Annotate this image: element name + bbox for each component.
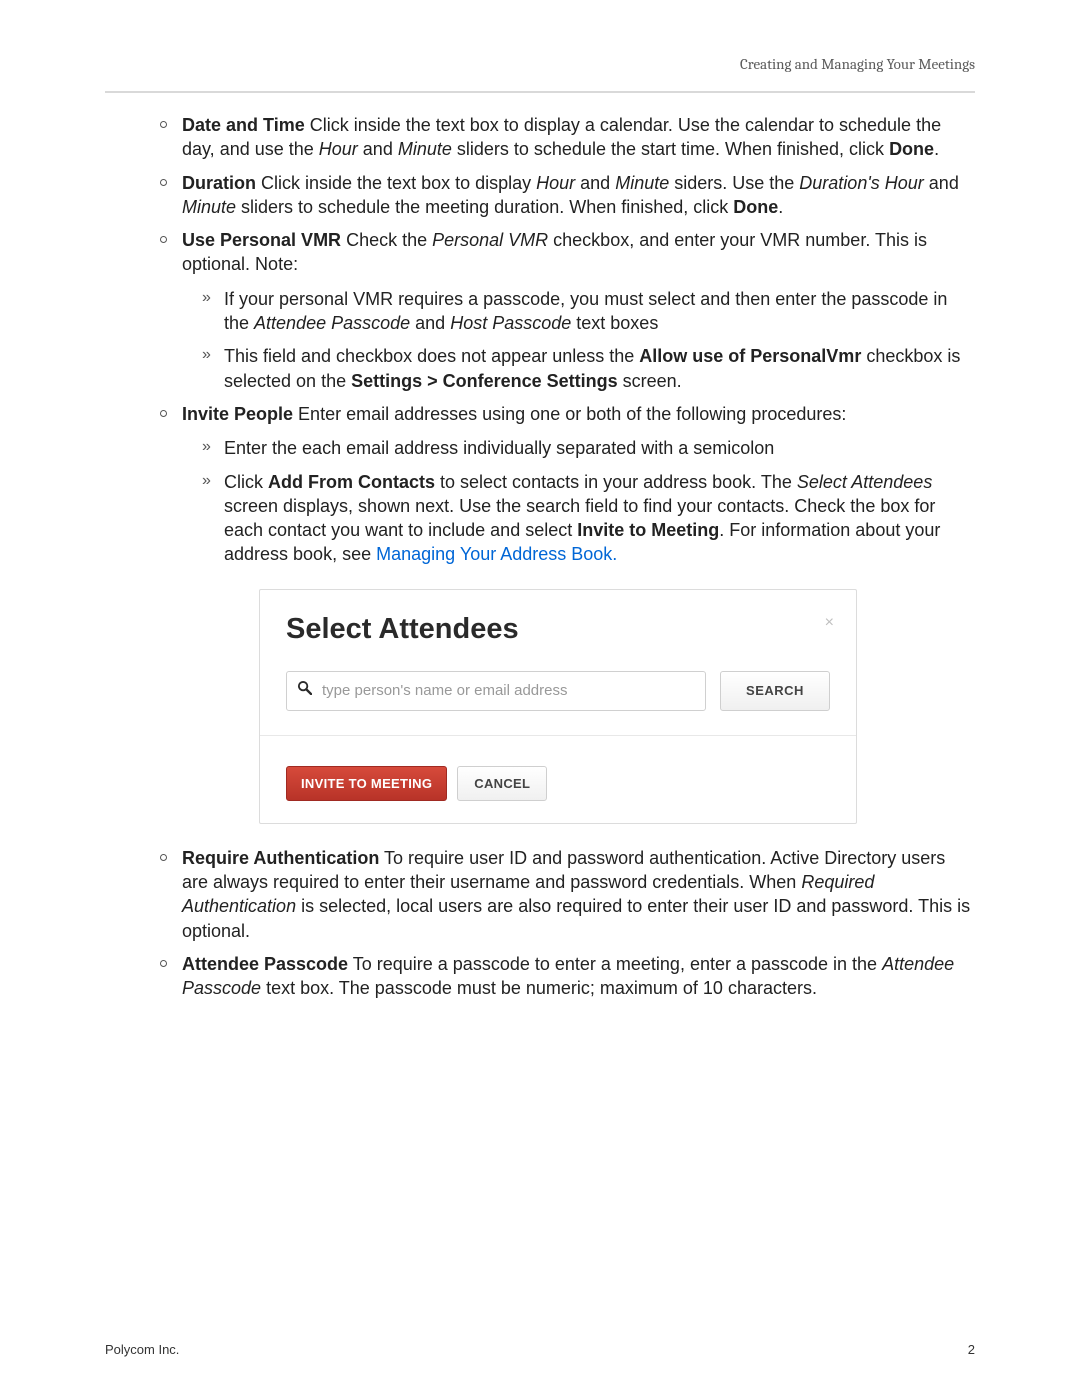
dialog-divider <box>260 735 856 736</box>
dialog-footer: INVITE TO MEETING CANCEL <box>286 766 830 801</box>
page-header-title: Creating and Managing Your Meetings <box>105 55 975 73</box>
item-title: Use Personal VMR <box>182 230 341 250</box>
item-title: Invite People <box>182 404 293 424</box>
item-duration: Duration Click inside the text box to di… <box>160 171 975 220</box>
item-use-personal-vmr: Use Personal VMR Check the Personal VMR … <box>160 228 975 393</box>
sub-item: Click Add From Contacts to select contac… <box>202 470 975 567</box>
select-attendees-dialog: × Select Attendees SEARCH INVITE TO MEET… <box>259 589 857 824</box>
sub-list: If your personal VMR requires a passcode… <box>202 287 975 393</box>
sub-list: Enter the each email address individuall… <box>202 436 975 566</box>
dialog-title: Select Attendees <box>286 610 830 649</box>
search-button[interactable]: SEARCH <box>720 671 830 711</box>
invite-to-meeting-button[interactable]: INVITE TO MEETING <box>286 766 447 801</box>
sub-item: Enter the each email address individuall… <box>202 436 975 460</box>
close-icon[interactable]: × <box>825 612 834 634</box>
header-rule <box>105 91 975 93</box>
sub-item: This field and checkbox does not appear … <box>202 344 975 393</box>
search-input[interactable] <box>320 681 695 700</box>
item-date-and-time: Date and Time Click inside the text box … <box>160 113 975 162</box>
search-box[interactable] <box>286 671 706 711</box>
item-title: Duration <box>182 173 256 193</box>
item-title: Date and Time <box>182 115 305 135</box>
item-title: Require Authentication <box>182 848 379 868</box>
page-footer: Polycom Inc. 2 <box>105 1342 975 1357</box>
address-book-link[interactable]: Managing Your Address Book. <box>376 544 617 564</box>
cancel-button[interactable]: CANCEL <box>457 766 547 801</box>
sub-item: If your personal VMR requires a passcode… <box>202 287 975 336</box>
item-invite-people: Invite People Enter email addresses usin… <box>160 402 975 824</box>
item-attendee-passcode: Attendee Passcode To require a passcode … <box>160 952 975 1001</box>
item-title: Attendee Passcode <box>182 954 348 974</box>
footer-page-number: 2 <box>968 1342 975 1357</box>
footer-company: Polycom Inc. <box>105 1342 179 1357</box>
item-require-authentication: Require Authentication To require user I… <box>160 846 975 943</box>
main-list: Date and Time Click inside the text box … <box>160 113 975 1001</box>
document-page: Creating and Managing Your Meetings Date… <box>0 0 1080 1397</box>
search-icon <box>297 680 312 702</box>
search-row: SEARCH <box>286 671 830 711</box>
